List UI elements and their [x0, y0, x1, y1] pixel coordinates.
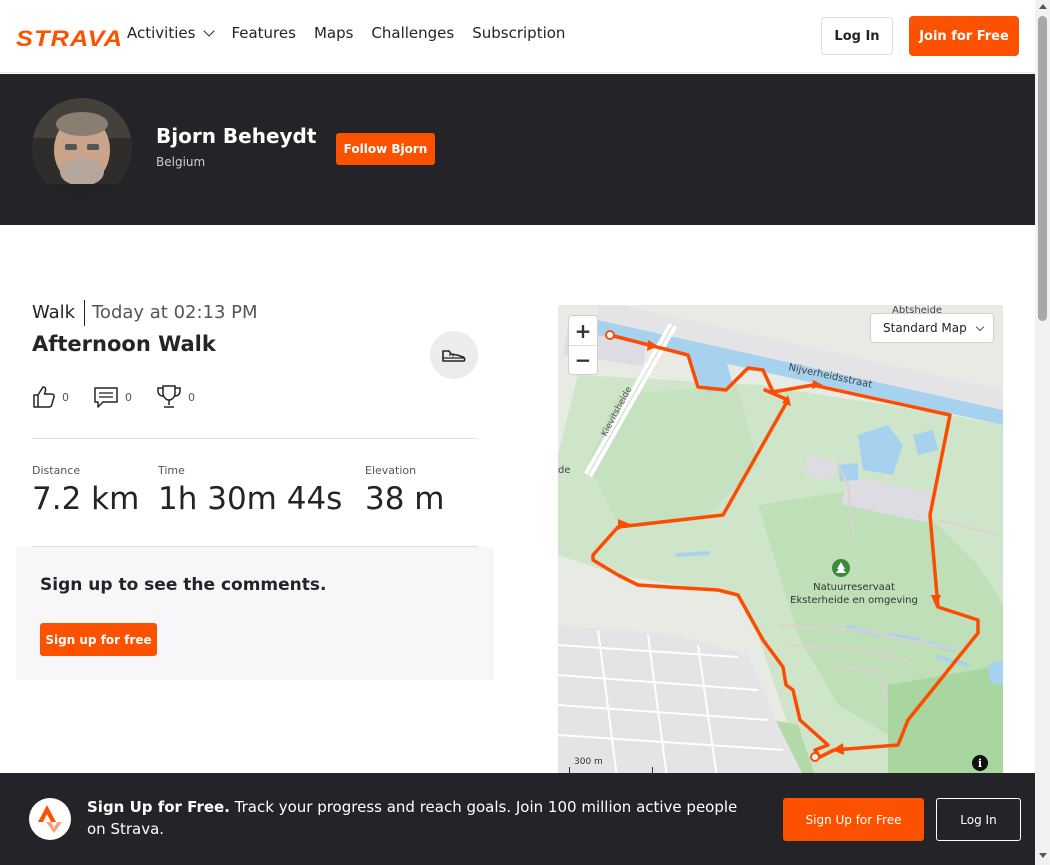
- map-type-select[interactable]: Standard Map: [870, 313, 994, 343]
- join-button[interactable]: Join for Free: [909, 16, 1019, 56]
- activity-title: Afternoon Walk: [32, 332, 216, 356]
- shoe-icon: [442, 350, 466, 362]
- zoom-control: + −: [568, 315, 598, 375]
- follow-button[interactable]: Follow Bjorn: [336, 133, 435, 165]
- map-label-park: Natuurreservaat: [813, 582, 895, 593]
- signup-free-button[interactable]: Sign up for free: [40, 623, 157, 656]
- activity-map[interactable]: Nijverheidsstraat Kievitsheide Abtsheide…: [558, 305, 1003, 785]
- map-label-park: Eksterheide en omgeving: [790, 595, 918, 606]
- athlete-banner: Bjorn Beheydt Belgium Follow Bjorn: [0, 74, 1035, 225]
- bottom-signup-headline: Sign Up for Free.: [87, 798, 230, 816]
- athlete-name[interactable]: Bjorn Beheydt: [156, 124, 316, 148]
- page-scrollbar[interactable]: [1035, 0, 1050, 865]
- bottom-signup-text: Sign Up for Free. Track your progress an…: [87, 796, 757, 840]
- kudos-button[interactable]: 0: [32, 385, 69, 409]
- nav-links: Activities Features Maps Challenges Subs…: [127, 24, 583, 42]
- avatar-image: [32, 98, 132, 198]
- bottom-login-button[interactable]: Log In: [936, 798, 1021, 841]
- comments-signup-title: Sign up to see the comments.: [40, 575, 327, 595]
- zoom-in-button[interactable]: +: [569, 316, 597, 345]
- top-nav: STRAVA Activities Features Maps Challeng…: [0, 0, 1035, 73]
- bottom-signup-bar: Sign Up for Free. Track your progress an…: [0, 773, 1035, 865]
- divider: [84, 300, 85, 326]
- map-scale-label: 300 m: [574, 757, 603, 767]
- achievements-count: 0: [188, 390, 195, 404]
- stat-elevation-label: Elevation: [365, 464, 417, 477]
- achievements-button[interactable]: 0: [156, 384, 195, 410]
- nav-challenges[interactable]: Challenges: [371, 24, 454, 42]
- athlete-location: Belgium: [156, 155, 206, 169]
- map-type-label: Standard Map: [883, 321, 967, 335]
- reactions-bar: 0 0 0: [32, 384, 219, 410]
- chevron-down-icon: [975, 322, 984, 331]
- stat-time-label: Time: [158, 464, 185, 477]
- thumbs-up-icon: [33, 386, 55, 408]
- comments-signup-panel: Sign up to see the comments. Sign up for…: [16, 547, 494, 680]
- nav-subscription[interactable]: Subscription: [472, 24, 565, 42]
- scroll-down-arrow-icon[interactable]: [1039, 853, 1047, 858]
- zoom-out-button[interactable]: −: [569, 345, 597, 374]
- stat-distance-value: 7.2 km: [32, 481, 140, 517]
- trophy-icon: [157, 385, 181, 408]
- nav-activities-label: Activities: [127, 24, 196, 42]
- activity-date: Today at 02:13 PM: [92, 302, 258, 323]
- info-icon[interactable]: i: [972, 755, 988, 771]
- strava-chevron-icon: [38, 805, 62, 833]
- stat-elevation-value: 38 m: [365, 481, 445, 517]
- bottom-signup-button[interactable]: Sign Up for Free: [783, 798, 924, 841]
- stat-time-value: 1h 30m 44s: [158, 481, 343, 517]
- chevron-down-icon: [203, 25, 216, 37]
- strava-app-icon: [29, 798, 71, 840]
- login-button[interactable]: Log In: [821, 17, 893, 55]
- gear-shoe-button[interactable]: [430, 331, 478, 379]
- nav-maps[interactable]: Maps: [314, 24, 353, 42]
- comments-button[interactable]: 0: [93, 385, 132, 409]
- comment-icon: [94, 387, 118, 408]
- divider: [32, 438, 478, 439]
- nav-features[interactable]: Features: [231, 24, 296, 42]
- nav-activities[interactable]: Activities: [127, 24, 216, 42]
- activity-type: Walk: [32, 302, 76, 323]
- comments-count: 0: [125, 390, 132, 404]
- avatar[interactable]: [32, 98, 132, 198]
- strava-logo[interactable]: STRAVA: [16, 26, 123, 52]
- kudos-count: 0: [62, 390, 69, 404]
- scroll-up-arrow-icon[interactable]: [1039, 4, 1047, 9]
- stat-distance-label: Distance: [32, 464, 81, 477]
- map-canvas: Nijverheidsstraat Kievitsheide Abtsheide…: [558, 305, 1003, 785]
- scroll-thumb[interactable]: [1038, 16, 1047, 321]
- map-label-edge: de: [558, 465, 571, 476]
